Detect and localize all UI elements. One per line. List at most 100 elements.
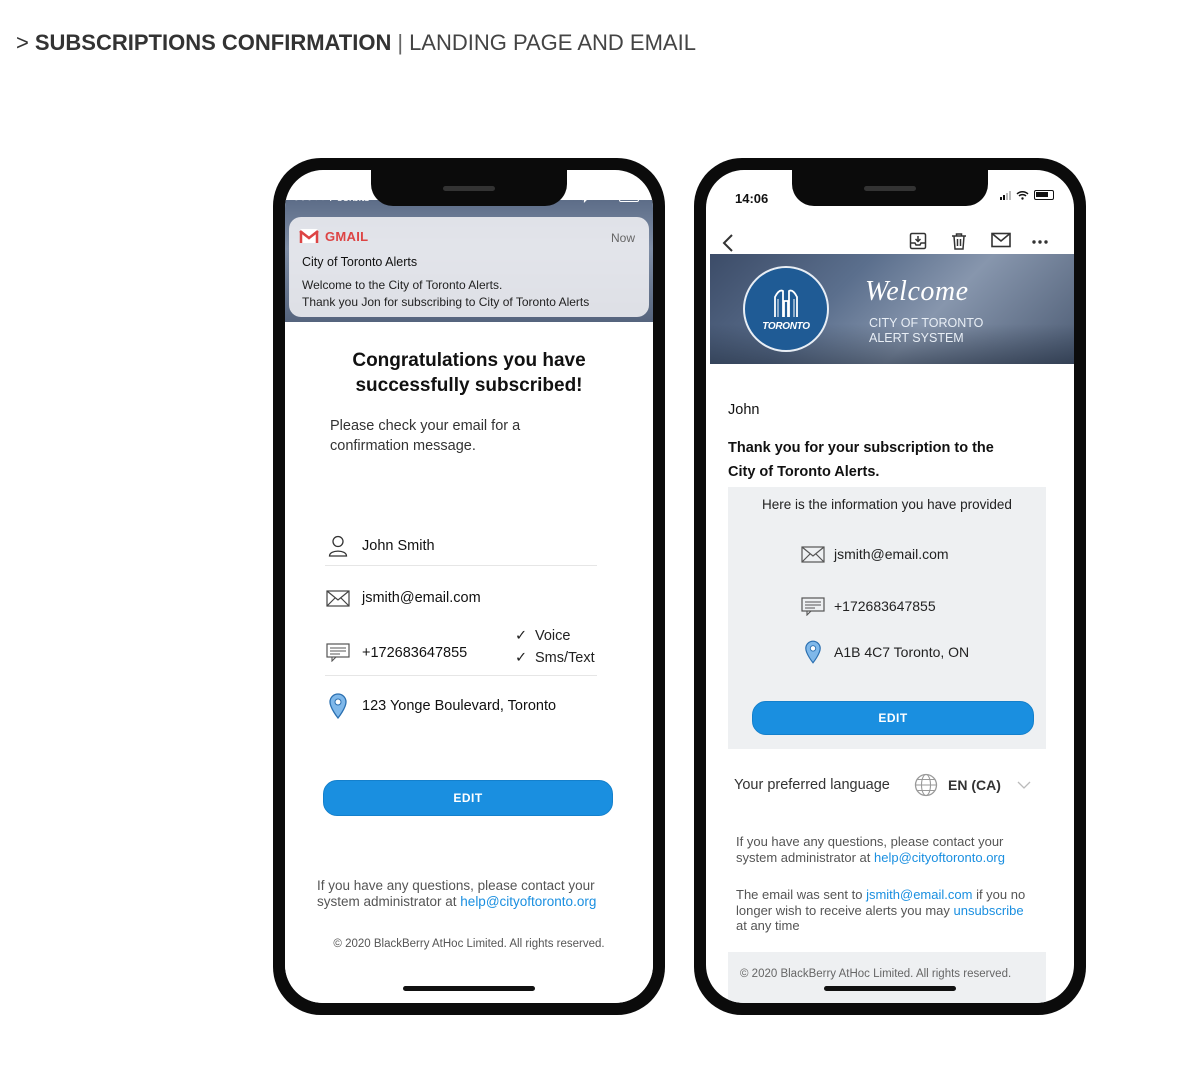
sent-line-3: at any time bbox=[736, 918, 800, 933]
more-icon[interactable] bbox=[1032, 240, 1048, 244]
language-selector[interactable]: Your preferred language EN (CA) bbox=[734, 770, 1046, 800]
email-value: jsmith@email.com bbox=[362, 590, 481, 606]
edit-button[interactable]: EDIT bbox=[752, 701, 1034, 735]
email-screen: 14:06 TORONTO Welcome CITY OF TORONTO AL… bbox=[706, 170, 1074, 1003]
info-header: Here is the information you have provide… bbox=[762, 497, 1012, 512]
contact-line-1: If you have any questions, please contac… bbox=[317, 878, 595, 893]
check-line-2: confirmation message. bbox=[330, 438, 476, 454]
mail-icon bbox=[800, 543, 826, 565]
phone-notch bbox=[371, 170, 567, 206]
email-value: jsmith@email.com bbox=[834, 546, 949, 562]
mail-icon bbox=[325, 585, 351, 611]
phone-row: +172683647855 bbox=[800, 595, 936, 617]
address-row: 123 Yonge Boulevard, Toronto bbox=[325, 688, 597, 724]
help-email-link[interactable]: help@cityoftoronto.org bbox=[460, 894, 596, 909]
archive-icon[interactable] bbox=[909, 232, 927, 250]
sms-option[interactable]: ✓ Sms/Text bbox=[515, 647, 595, 669]
postal-value: A1B 4C7 Toronto, ON bbox=[834, 644, 970, 660]
contact-info: If you have any questions, please contac… bbox=[736, 834, 1036, 865]
notification-app-name: GMAIL bbox=[325, 228, 369, 244]
bluetooth-icon bbox=[581, 191, 588, 203]
sent-mid: if you no bbox=[972, 887, 1026, 902]
page-heading: > SUBSCRIPTIONS CONFIRMATION | LANDING PAGE… bbox=[16, 30, 696, 56]
notification-line-2: Thank you Jon for subscribing to City of… bbox=[302, 295, 590, 309]
postal-row: A1B 4C7 Toronto, ON bbox=[800, 640, 970, 664]
landing-page-phone: ●●●○○ Peerbits 42% GMAIL Now City of Tor… bbox=[273, 158, 665, 1015]
battery-status: 42% bbox=[581, 191, 639, 203]
sent-line-2-text: longer wish to receive alerts you may bbox=[736, 902, 954, 918]
status-time: 14:06 bbox=[735, 191, 769, 206]
copyright: © 2020 BlackBerry AtHoc Limited. All rig… bbox=[333, 938, 605, 950]
contact-prefix: system administrator at bbox=[736, 849, 874, 865]
help-email-link[interactable]: help@cityoftoronto.org bbox=[874, 850, 1005, 865]
speaker bbox=[864, 186, 916, 191]
sent-line-2: longer wish to receive alerts you may un… bbox=[736, 903, 1046, 919]
envelope-icon[interactable] bbox=[991, 232, 1011, 248]
welcome-title: Welcome bbox=[865, 276, 969, 307]
notification-sender: City of Toronto Alerts bbox=[302, 255, 418, 269]
email-footer: © 2020 BlackBerry AtHoc Limited. All rig… bbox=[728, 952, 1046, 1003]
trash-icon[interactable] bbox=[951, 232, 967, 250]
banner-sub-line-1: CITY OF TORONTO bbox=[869, 316, 984, 330]
email-greeting: John bbox=[728, 402, 760, 418]
sms-label: Sms/Text bbox=[535, 650, 595, 666]
contact-line-1: If you have any questions, please contac… bbox=[736, 834, 1004, 849]
city-hall-icon bbox=[774, 289, 798, 317]
email-row: jsmith@email.com bbox=[325, 576, 597, 620]
edit-button[interactable]: EDIT bbox=[323, 780, 613, 816]
phone-value: +172683647855 bbox=[362, 644, 468, 661]
system-icons bbox=[1000, 190, 1054, 200]
phone-notch bbox=[792, 170, 988, 206]
name-row: John Smith bbox=[325, 526, 597, 566]
location-pin-icon bbox=[800, 640, 826, 664]
speaker bbox=[443, 186, 495, 191]
phone-value: +172683647855 bbox=[834, 598, 936, 614]
carrier-label: ●●●○○ Peerbits bbox=[293, 192, 370, 204]
welcome-banner: TORONTO Welcome CITY OF TORONTO ALERT SY… bbox=[710, 254, 1074, 364]
message-icon bbox=[800, 595, 826, 617]
location-pin-icon bbox=[325, 693, 351, 719]
congrats-line-1: Congratulations you have bbox=[352, 350, 586, 371]
battery-percent: 42% bbox=[592, 191, 615, 203]
voice-option[interactable]: ✓ Voice bbox=[515, 625, 595, 647]
contact-prefix: system administrator at bbox=[317, 894, 461, 909]
battery-icon bbox=[1034, 190, 1054, 200]
toronto-logo: TORONTO bbox=[743, 266, 829, 352]
check-line-1: Please check your email for a bbox=[330, 418, 521, 434]
provided-info-box: Here is the information you have provide… bbox=[728, 487, 1046, 749]
heading-separator: | bbox=[397, 30, 404, 55]
message-icon bbox=[325, 640, 351, 666]
notification-line-1: Welcome to the City of Toronto Alerts. bbox=[302, 278, 503, 292]
check-icon: ✓ bbox=[515, 650, 528, 666]
battery-icon bbox=[619, 192, 639, 202]
email-phone: 14:06 TORONTO Welcome CITY OF TORONTO AL… bbox=[694, 158, 1086, 1015]
banner-subtitle: CITY OF TORONTO ALERT SYSTEM bbox=[869, 316, 983, 346]
language-value: EN (CA) bbox=[948, 777, 1001, 793]
heading-subtitle: LANDING PAGE AND EMAIL bbox=[409, 30, 696, 55]
sent-line-1: The email was sent to jsmith@email.com i… bbox=[736, 887, 1046, 903]
sent-prefix: The email was sent to bbox=[736, 887, 867, 902]
recipient-email-link[interactable]: jsmith@email.com bbox=[866, 887, 972, 902]
gmail-icon bbox=[299, 229, 319, 243]
landing-screen: ●●●○○ Peerbits 42% GMAIL Now City of Tor… bbox=[285, 170, 653, 1003]
copyright: © 2020 BlackBerry AtHoc Limited. All rig… bbox=[740, 968, 1012, 980]
contact-line-2: system administrator at help@cityoftoron… bbox=[317, 894, 596, 910]
home-indicator bbox=[824, 986, 956, 991]
back-arrow-icon[interactable] bbox=[722, 234, 734, 252]
language-label: Your preferred language bbox=[734, 777, 890, 793]
logo-wordmark: TORONTO bbox=[762, 320, 810, 332]
sent-notice: The email was sent to jsmith@email.com i… bbox=[736, 887, 1046, 934]
globe-icon bbox=[914, 773, 938, 797]
thanks-line-2: City of Toronto Alerts. bbox=[728, 464, 880, 480]
gmail-notification[interactable]: GMAIL Now City of Toronto Alerts Welcome… bbox=[289, 217, 649, 317]
contact-line-2: system administrator at help@cityoftoron… bbox=[736, 850, 1036, 866]
check-email-message: Please check your email for a confirmati… bbox=[330, 416, 520, 456]
congrats-line-2: successfully subscribed! bbox=[355, 375, 583, 396]
email-row: jsmith@email.com bbox=[800, 543, 949, 565]
heading-title: SUBSCRIPTIONS CONFIRMATION bbox=[34, 30, 392, 55]
unsubscribe-link[interactable]: unsubscribe bbox=[953, 903, 1023, 918]
check-icon: ✓ bbox=[515, 628, 528, 644]
chevron-down-icon bbox=[1017, 781, 1031, 789]
person-icon bbox=[325, 533, 351, 559]
notification-body: Welcome to the City of Toronto Alerts. T… bbox=[302, 277, 589, 311]
